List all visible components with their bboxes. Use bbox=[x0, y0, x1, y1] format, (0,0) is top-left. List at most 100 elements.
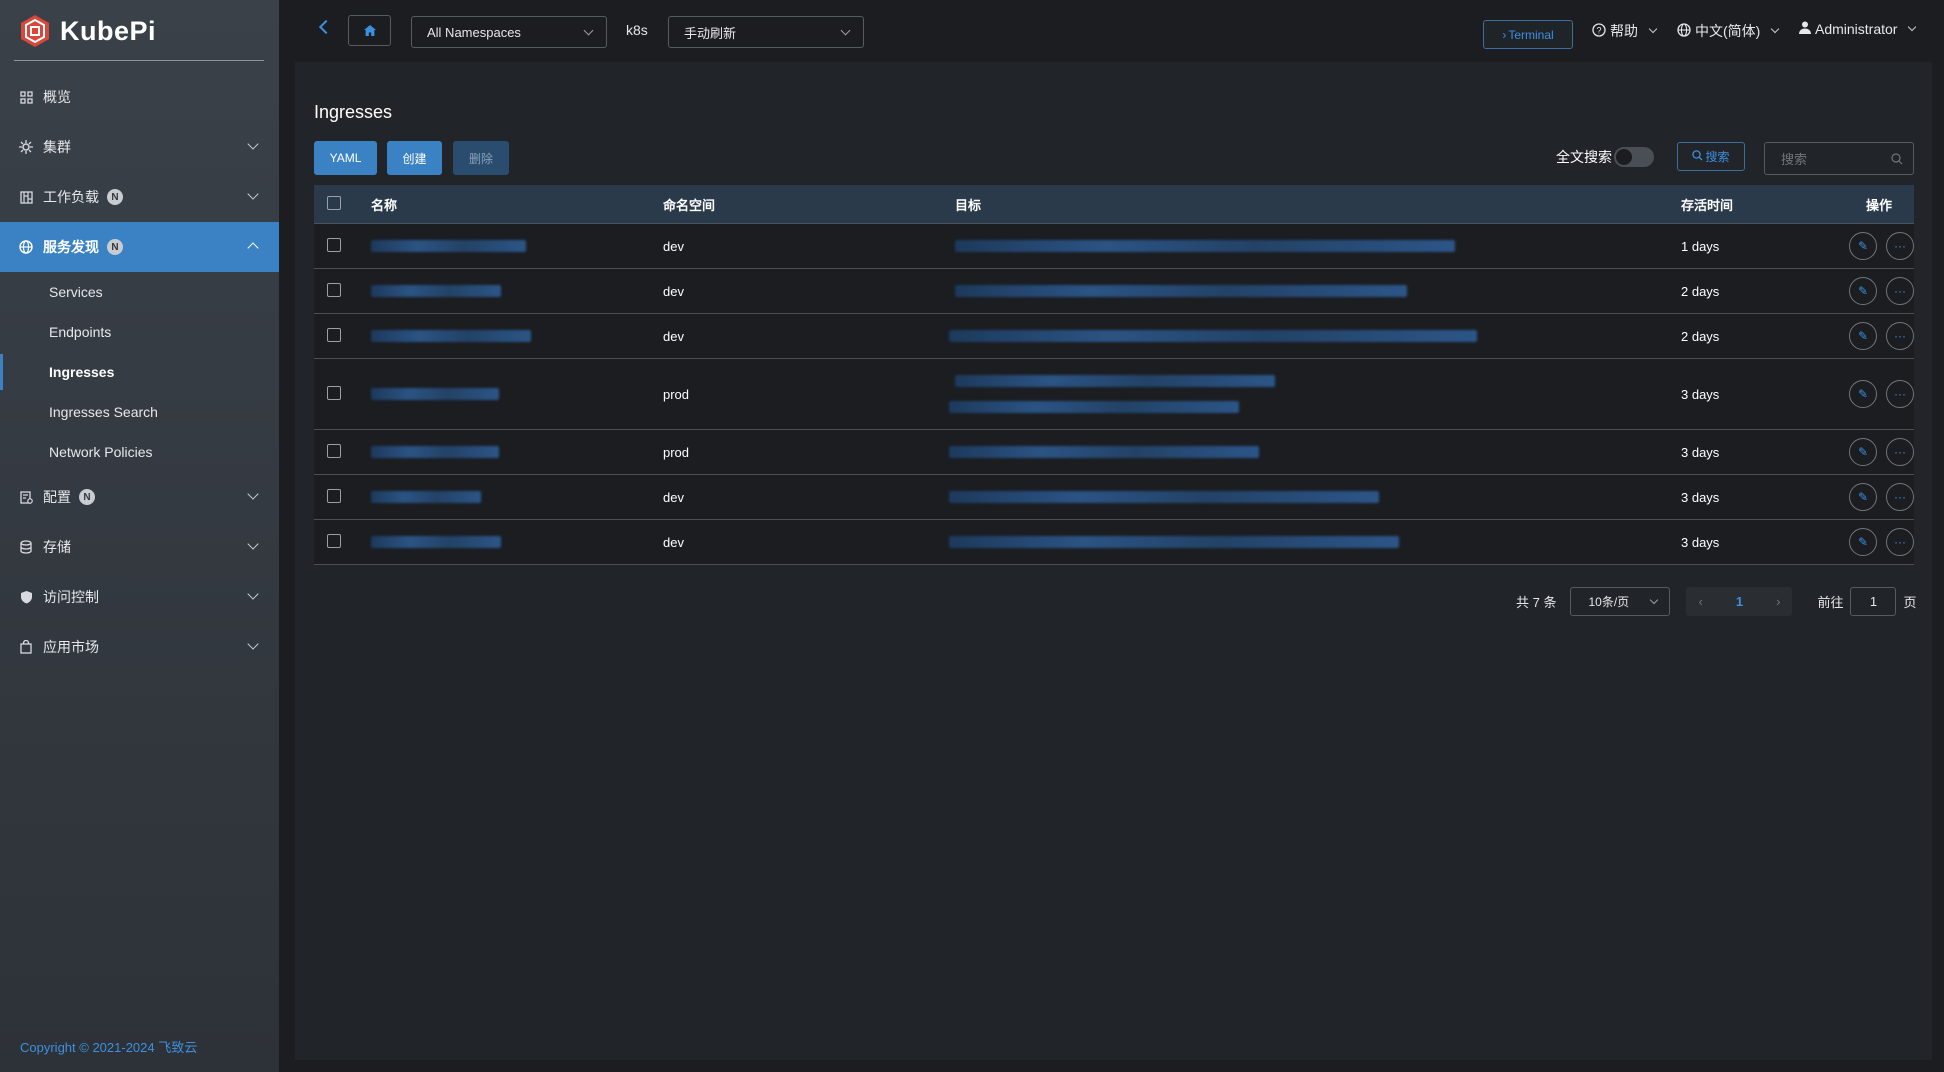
edit-button[interactable]: ✎ bbox=[1849, 483, 1877, 511]
sidebar-item-app-market[interactable]: 应用市场 bbox=[0, 622, 279, 672]
search-input-placeholder: 搜索 bbox=[1781, 152, 1808, 167]
edit-button[interactable]: ✎ bbox=[1849, 232, 1877, 260]
refresh-select[interactable]: 手动刷新 bbox=[668, 16, 864, 48]
more-button[interactable]: ··· bbox=[1886, 438, 1914, 466]
page-number[interactable]: 1 bbox=[1736, 594, 1743, 609]
more-icon: ··· bbox=[1894, 284, 1906, 298]
sidebar-item-config[interactable]: 配置 N bbox=[0, 472, 279, 522]
more-button[interactable]: ··· bbox=[1886, 232, 1914, 260]
prev-page-icon[interactable]: ‹ bbox=[1698, 594, 1702, 609]
topbar: All Namespaces k8s 手动刷新 › Terminal ? 帮助 … bbox=[279, 0, 1944, 62]
search-button-label: 搜索 bbox=[1705, 150, 1730, 164]
pencil-icon: ✎ bbox=[1857, 445, 1869, 459]
more-button[interactable]: ··· bbox=[1886, 277, 1914, 305]
back-icon[interactable] bbox=[318, 19, 334, 35]
more-button[interactable]: ··· bbox=[1886, 322, 1914, 350]
pagination: 共 7 条 10条/页 ‹ 1 › 前往 1 页 bbox=[1516, 587, 1917, 616]
row-checkbox[interactable] bbox=[327, 443, 341, 458]
submenu-item-endpoints[interactable]: Endpoints bbox=[0, 312, 279, 352]
edit-button[interactable]: ✎ bbox=[1849, 380, 1877, 408]
target-link[interactable] bbox=[949, 446, 1259, 458]
row-checkbox[interactable] bbox=[327, 533, 341, 548]
target-link[interactable] bbox=[955, 240, 1455, 252]
language-menu[interactable]: 中文(简体) bbox=[1677, 21, 1780, 41]
sidebar-item-service-discovery[interactable]: 服务发现 N bbox=[0, 222, 279, 272]
row-checkbox[interactable] bbox=[327, 385, 341, 400]
age-cell: 2 days bbox=[1681, 283, 1720, 299]
sidebar-item-access-control[interactable]: 访问控制 bbox=[0, 572, 279, 622]
sidebar-item-overview[interactable]: 概览 bbox=[0, 72, 279, 122]
create-button[interactable]: 创建 bbox=[387, 141, 442, 175]
ingress-name-link[interactable] bbox=[371, 240, 526, 252]
submenu-item-network-policies[interactable]: Network Policies bbox=[0, 432, 279, 472]
submenu-item-ingresses-search[interactable]: Ingresses Search bbox=[0, 392, 279, 432]
new-badge: N bbox=[79, 489, 95, 505]
user-label: Administrator bbox=[1815, 21, 1898, 37]
row-checkbox[interactable] bbox=[327, 282, 341, 297]
language-label: 中文(简体) bbox=[1695, 23, 1761, 39]
home-button[interactable] bbox=[348, 15, 391, 46]
search-button[interactable]: 搜索 bbox=[1677, 142, 1745, 171]
column-header-namespace[interactable]: 命名空间 bbox=[663, 195, 955, 214]
target-link[interactable] bbox=[949, 401, 1239, 413]
goto-page-input[interactable]: 1 bbox=[1850, 587, 1897, 616]
search-input[interactable]: 搜索 bbox=[1764, 142, 1914, 175]
ingress-name-link[interactable] bbox=[371, 285, 501, 297]
pencil-icon: ✎ bbox=[1857, 239, 1869, 253]
logo-divider bbox=[14, 60, 264, 61]
pencil-icon: ✎ bbox=[1857, 535, 1869, 549]
terminal-button[interactable]: › Terminal bbox=[1483, 20, 1573, 49]
page-size-select[interactable]: 10条/页 bbox=[1570, 587, 1671, 616]
copyright[interactable]: Copyright © 2021-2024 飞致云 bbox=[20, 1037, 197, 1056]
sidebar-item-storage[interactable]: 存储 bbox=[0, 522, 279, 572]
ingress-name-link[interactable] bbox=[371, 536, 501, 548]
edit-button[interactable]: ✎ bbox=[1849, 528, 1877, 556]
user-menu[interactable]: Administrator bbox=[1799, 21, 1917, 37]
help-label: 帮助 bbox=[1610, 23, 1638, 39]
sidebar-item-workload[interactable]: 工作负载 N bbox=[0, 172, 279, 222]
namespace-select[interactable]: All Namespaces bbox=[411, 16, 607, 48]
chevron-down-icon bbox=[583, 25, 594, 36]
sidebar-item-cluster[interactable]: 集群 bbox=[0, 122, 279, 172]
more-icon: ··· bbox=[1894, 387, 1906, 401]
target-link[interactable] bbox=[949, 330, 1477, 342]
sidebar-item-label: 服务发现 bbox=[43, 239, 99, 255]
more-button[interactable]: ··· bbox=[1886, 380, 1914, 408]
column-header-age[interactable]: 存活时间 bbox=[1681, 195, 1824, 214]
row-checkbox[interactable] bbox=[327, 327, 341, 342]
delete-button[interactable]: 删除 bbox=[453, 141, 509, 175]
user-icon bbox=[1799, 21, 1811, 37]
search-icon bbox=[1891, 153, 1903, 168]
pagination-total: 共 7 条 bbox=[1516, 595, 1557, 610]
help-menu[interactable]: ? 帮助 bbox=[1592, 21, 1658, 41]
target-link[interactable] bbox=[949, 536, 1399, 548]
age-cell: 3 days bbox=[1681, 444, 1720, 460]
age-cell: 1 days bbox=[1681, 238, 1720, 254]
row-checkbox[interactable] bbox=[327, 488, 341, 503]
column-header-name[interactable]: 名称 bbox=[371, 195, 663, 214]
pencil-icon: ✎ bbox=[1857, 284, 1869, 298]
submenu-item-services[interactable]: Services bbox=[0, 272, 279, 312]
more-button[interactable]: ··· bbox=[1886, 483, 1914, 511]
sidebar-item-label: 应用市场 bbox=[43, 639, 99, 655]
target-link[interactable] bbox=[955, 285, 1407, 297]
target-link[interactable] bbox=[949, 491, 1379, 503]
more-button[interactable]: ··· bbox=[1886, 528, 1914, 556]
target-link[interactable] bbox=[955, 375, 1275, 387]
next-page-icon[interactable]: › bbox=[1776, 594, 1780, 609]
row-checkbox[interactable] bbox=[327, 237, 341, 252]
pencil-icon: ✎ bbox=[1857, 387, 1869, 401]
yaml-button[interactable]: YAML bbox=[314, 141, 377, 175]
edit-button[interactable]: ✎ bbox=[1849, 322, 1877, 350]
edit-button[interactable]: ✎ bbox=[1849, 277, 1877, 305]
logo[interactable]: KubePi bbox=[18, 10, 156, 52]
ingress-name-link[interactable] bbox=[371, 491, 481, 503]
submenu-item-ingresses[interactable]: Ingresses bbox=[0, 352, 279, 392]
fulltext-search-toggle[interactable] bbox=[1614, 147, 1654, 167]
select-all-checkbox[interactable] bbox=[327, 195, 341, 210]
ingress-name-link[interactable] bbox=[371, 330, 531, 342]
ingress-name-link[interactable] bbox=[371, 446, 499, 458]
ingress-name-link[interactable] bbox=[371, 388, 499, 400]
question-icon: ? bbox=[1592, 22, 1606, 40]
edit-button[interactable]: ✎ bbox=[1849, 438, 1877, 466]
